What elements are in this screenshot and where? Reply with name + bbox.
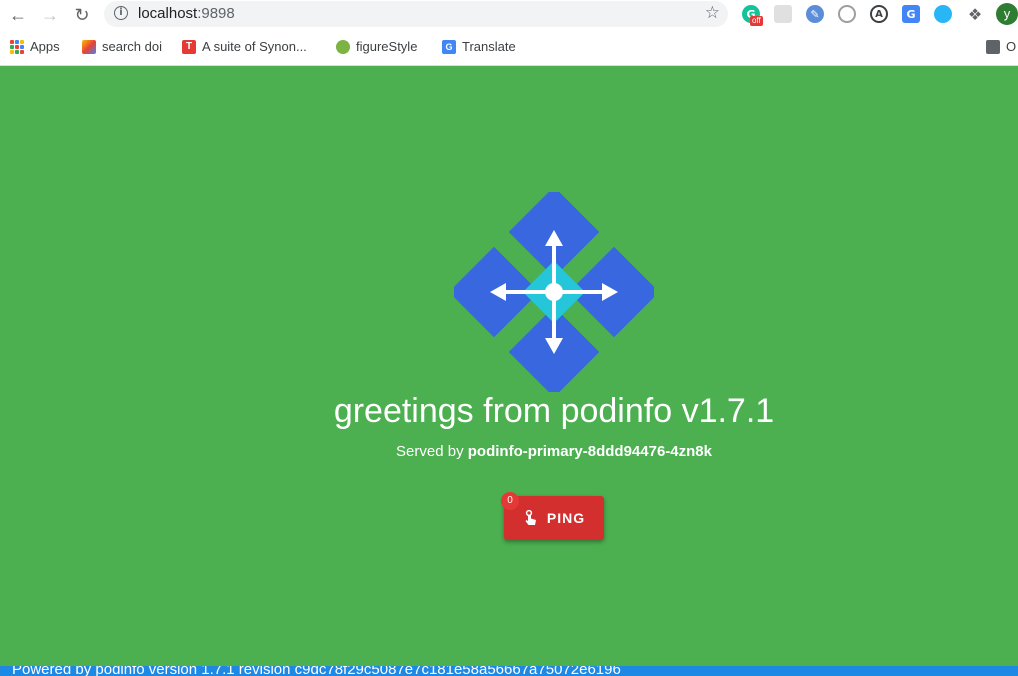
bookmark-folder-other[interactable]: O: [986, 39, 1016, 54]
apps-grid-icon: [10, 39, 24, 54]
extension-icon[interactable]: [774, 5, 792, 23]
footer-text: Powered by podinfo version 1.7.1 revisio…: [12, 666, 621, 676]
google-translate-icon: G: [442, 39, 456, 54]
bookmarks-bar: Apps search doi T A suite of Synon... fi…: [0, 30, 1018, 66]
bookmark-translate[interactable]: G Translate: [442, 39, 516, 54]
extension-icon[interactable]: [838, 5, 856, 23]
bookmark-figurestyle[interactable]: figureStyle: [336, 39, 417, 54]
podinfo-page: greetings from podinfo v1.7.1 Served by …: [0, 66, 1018, 666]
ping-button[interactable]: 0 PING: [501, 492, 604, 540]
extension-badge: off: [750, 16, 763, 26]
ping-label: PING: [546, 510, 586, 526]
bookmark-search-doi[interactable]: search doi: [82, 39, 162, 54]
reload-icon[interactable]: ↻: [70, 3, 94, 27]
touch-icon: [525, 509, 536, 525]
profile-avatar[interactable]: y: [996, 3, 1018, 25]
served-by-text: Served by podinfo-primary-8ddd94476-4zn8…: [396, 443, 712, 460]
translate-extension-icon[interactable]: G: [902, 5, 920, 23]
bookmark-apps[interactable]: Apps: [10, 39, 60, 54]
extension-icon[interactable]: A: [870, 5, 888, 23]
page-title: greetings from podinfo v1.7.1: [333, 392, 775, 430]
bookmark-favicon-icon: [82, 39, 96, 54]
site-info-icon[interactable]: i: [114, 6, 128, 20]
podinfo-logo-icon: [454, 192, 654, 392]
smiley-icon: [336, 39, 350, 54]
address-bar[interactable]: i localhost:9898 ☆: [104, 1, 728, 27]
url-text: localhost:9898: [138, 5, 235, 22]
forward-icon[interactable]: →: [38, 3, 62, 27]
footer-bar: Powered by podinfo version 1.7.1 revisio…: [0, 666, 1018, 676]
extension-icon[interactable]: ✎: [806, 5, 824, 23]
bookmark-synonyms[interactable]: T A suite of Synon...: [182, 39, 307, 54]
bookmark-star-icon[interactable]: ☆: [705, 3, 720, 23]
browser-toolbar: ← → ↻ i localhost:9898 ☆ G off ✎ A G ❖ y: [0, 0, 1018, 30]
pod-name: podinfo-primary-8ddd94476-4zn8k: [467, 443, 712, 460]
puzzle-icon[interactable]: ❖: [966, 5, 984, 24]
ping-count-badge: 0: [501, 492, 519, 510]
bookmark-favicon-icon: T: [182, 39, 196, 54]
extension-icon[interactable]: [934, 5, 952, 23]
back-icon[interactable]: ←: [6, 3, 30, 27]
folder-icon: [986, 39, 1000, 54]
